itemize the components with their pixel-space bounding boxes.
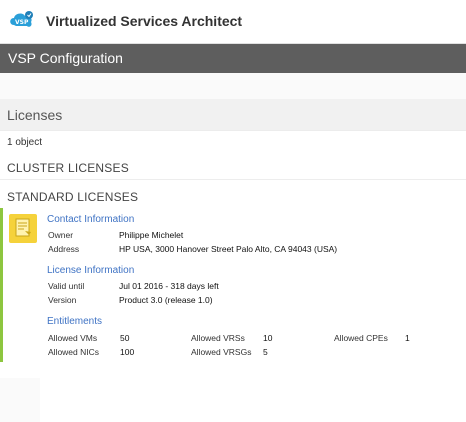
version-value: Product 3.0 (release 1.0)	[119, 295, 213, 305]
empty-panel-area	[0, 378, 40, 422]
allowed-cpes-value: 1	[405, 333, 410, 343]
cluster-licenses-heading[interactable]: CLUSTER LICENSES	[7, 161, 129, 175]
object-count: 1 object	[7, 137, 43, 148]
app-title: Virtualized Services Architect	[46, 13, 243, 29]
config-title: VSP Configuration	[8, 50, 123, 66]
allowed-vms-label: Allowed VMs	[48, 333, 98, 343]
allowed-vrss-value: 10	[263, 333, 273, 343]
allowed-nics-value: 100	[120, 347, 135, 357]
config-bar: VSP Configuration	[0, 44, 466, 73]
app-header: VSP Virtualized Services Architect	[0, 0, 466, 44]
spacer	[0, 73, 466, 99]
license-info-title: License Information	[47, 265, 135, 276]
svg-text:VSP: VSP	[15, 19, 29, 26]
vsp-logo-icon[interactable]: VSP	[8, 8, 35, 35]
contact-info-title: Contact Information	[47, 214, 135, 225]
allowed-vrss-label: Allowed VRSs	[191, 333, 245, 343]
allowed-vrsgs-value: 5	[263, 347, 268, 357]
license-document-icon	[9, 214, 37, 243]
license-card[interactable]: Contact Information Owner Philippe Miche…	[0, 208, 466, 362]
owner-label: Owner	[48, 230, 74, 240]
valid-until-value: Jul 01 2016 - 318 days left	[119, 281, 219, 291]
entitlements-title: Entitlements	[47, 316, 103, 327]
standard-licenses-heading[interactable]: STANDARD LICENSES	[7, 190, 138, 204]
address-label: Address	[48, 244, 80, 254]
card-accent-bar	[0, 208, 3, 362]
allowed-nics-label: Allowed NICs	[48, 347, 100, 357]
owner-value: Philippe Michelet	[119, 230, 184, 240]
address-value: HP USA, 3000 Hanover Street Palo Alto, C…	[119, 244, 338, 254]
version-label: Version	[48, 295, 77, 305]
divider	[0, 179, 466, 180]
allowed-vms-value: 50	[120, 333, 130, 343]
allowed-vrsgs-label: Allowed VRSGs	[191, 347, 252, 357]
licenses-title: Licenses	[7, 107, 63, 123]
licenses-title-bar: Licenses	[0, 99, 466, 131]
valid-until-label: Valid until	[48, 281, 85, 291]
allowed-cpes-label: Allowed CPEs	[334, 333, 388, 343]
